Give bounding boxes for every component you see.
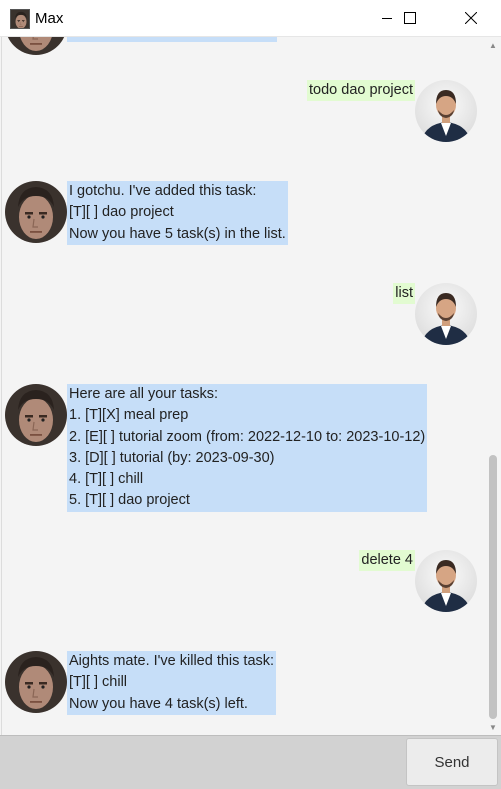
scroll-thumb[interactable] <box>489 455 497 719</box>
window-title: Max <box>35 10 64 27</box>
user-avatar <box>415 550 477 612</box>
maximize-button[interactable] <box>387 0 433 37</box>
bot-avatar <box>5 384 67 446</box>
user-message: todo dao project <box>307 80 415 102</box>
user-message: list <box>393 283 415 305</box>
scroll-down-icon[interactable]: ▼ <box>489 723 497 732</box>
bot-message: I gotchu. I've added this task: [T][ ] d… <box>67 181 288 245</box>
dialog-container[interactable]: todo dao project I gotchu. I've added th… <box>1 37 499 735</box>
bot-avatar <box>5 37 67 55</box>
message-input[interactable] <box>2 738 403 786</box>
scroll-up-icon[interactable]: ▲ <box>489 41 497 50</box>
user-message: delete 4 <box>359 550 415 572</box>
bot-message: Aights mate. I've killed this task: [T][… <box>67 651 277 715</box>
bot-avatar <box>5 181 67 243</box>
bot-message: Here are all your tasks: 1. [T][X] meal … <box>67 384 428 512</box>
input-bar: Send <box>0 735 501 789</box>
close-icon <box>465 12 477 24</box>
app-icon <box>10 9 30 29</box>
send-button[interactable]: Send <box>406 738 498 786</box>
bot-avatar <box>5 651 67 713</box>
scrollbar[interactable]: ▲ ▼ <box>486 37 500 735</box>
maximize-icon <box>404 12 416 24</box>
user-avatar <box>415 283 477 345</box>
title-bar: Max <box>0 0 501 37</box>
user-avatar <box>415 80 477 142</box>
bot-message <box>67 37 277 42</box>
close-button[interactable] <box>448 0 494 37</box>
